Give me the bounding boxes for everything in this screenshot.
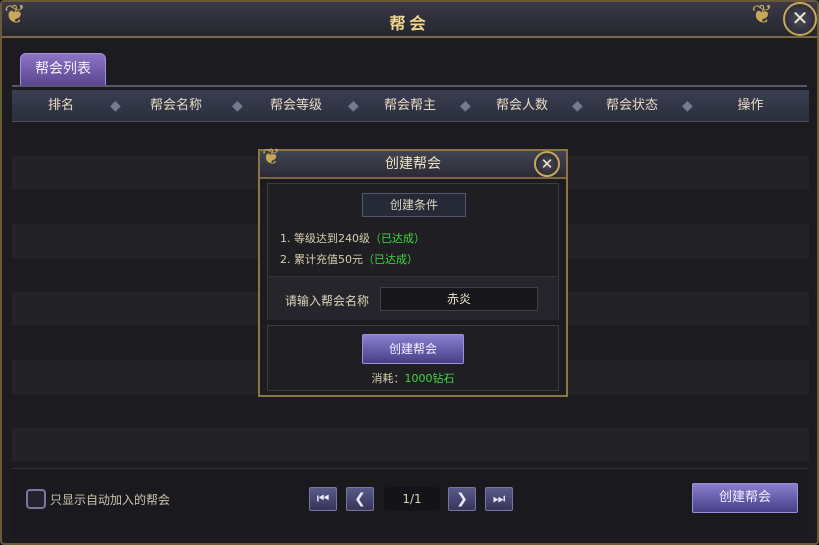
cost-text: 消耗：1000钻石 [268, 370, 558, 386]
ornament-right-icon: ❦ [751, 0, 773, 30]
table-header: 排名 ◆ 帮会名称 ◆ 帮会等级 ◆ 帮会帮主 ◆ 帮会人数 ◆ 帮会状态 ◆ … [12, 90, 809, 122]
conditions-title: 创建条件 [362, 193, 466, 217]
divider-icon: ◆ [572, 98, 583, 114]
condition-text: 1. 等级达到240级 [280, 232, 370, 245]
close-icon[interactable]: ✕ [783, 2, 817, 36]
condition-text: 2. 累计充值50元 [280, 253, 363, 266]
condition-status: （已达成） [370, 232, 425, 245]
table-row [12, 428, 809, 462]
divider-icon: ◆ [348, 98, 359, 114]
header-guild-members: 帮会人数 [495, 98, 548, 113]
create-guild-dialog: 创建帮会 ❦ ✕ 创建条件 1. 等级达到240级（已达成） 2. 累计充值50… [258, 145, 568, 397]
condition-status: （已达成） [363, 253, 418, 266]
conditions-panel: 创建条件 1. 等级达到240级（已达成） 2. 累计充值50元（已达成） 请输… [267, 183, 559, 320]
cost-label: 消耗： [371, 372, 405, 385]
header-rank: 排名 [47, 98, 74, 113]
dialog-title: 创建帮会 [260, 151, 566, 179]
table-row [12, 394, 809, 428]
footer-bar: 只显示自动加入的帮会 ⏮ ❮ 1/1 ❯ ⏭ 创建帮会 [12, 468, 809, 534]
divider-icon: ◆ [460, 98, 471, 114]
ornament-icon: ❦ [262, 145, 281, 170]
condition-item: 2. 累计充值50元（已达成） [280, 251, 418, 267]
prev-page-icon[interactable]: ❮ [346, 487, 374, 511]
divider-icon: ◆ [682, 98, 693, 114]
window-title: 帮会 [389, 14, 430, 33]
header-guild-status: 帮会状态 [605, 98, 658, 113]
action-panel: 创建帮会 消耗：1000钻石 [267, 325, 559, 391]
header-guild-leader: 帮会帮主 [383, 98, 436, 113]
auto-join-checkbox[interactable] [26, 489, 46, 509]
first-page-icon[interactable]: ⏮ [309, 487, 337, 511]
dialog-create-button[interactable]: 创建帮会 [362, 334, 464, 364]
tab-guild-list[interactable]: 帮会列表 [20, 53, 106, 85]
cost-value: 1000钻石 [404, 372, 455, 385]
next-page-icon[interactable]: ❯ [448, 487, 476, 511]
guild-name-label: 请输入帮会名称 [285, 294, 370, 308]
close-icon[interactable]: ✕ [534, 151, 560, 177]
auto-join-label: 只显示自动加入的帮会 [50, 493, 171, 507]
tab-divider [12, 85, 807, 87]
guild-name-input[interactable]: 赤炎 [380, 287, 538, 311]
divider-icon: ◆ [110, 98, 121, 114]
divider-icon: ◆ [232, 98, 243, 114]
title-bar: ❦ 帮会 ❦ ✕ [2, 2, 817, 38]
header-actions: 操作 [737, 98, 764, 113]
header-guild-level: 帮会等级 [269, 98, 322, 113]
header-guild-name: 帮会名称 [149, 98, 202, 113]
condition-item: 1. 等级达到240级（已达成） [280, 230, 425, 246]
last-page-icon[interactable]: ⏭ [485, 487, 513, 511]
page-indicator: 1/1 [384, 487, 440, 511]
guild-window: ❦ 帮会 ❦ ✕ 帮会列表 排名 ◆ 帮会名称 ◆ 帮会等级 ◆ 帮会帮主 ◆ … [0, 0, 819, 545]
guild-name-row: 请输入帮会名称 赤炎 [269, 276, 557, 320]
create-guild-button[interactable]: 创建帮会 [692, 483, 798, 513]
